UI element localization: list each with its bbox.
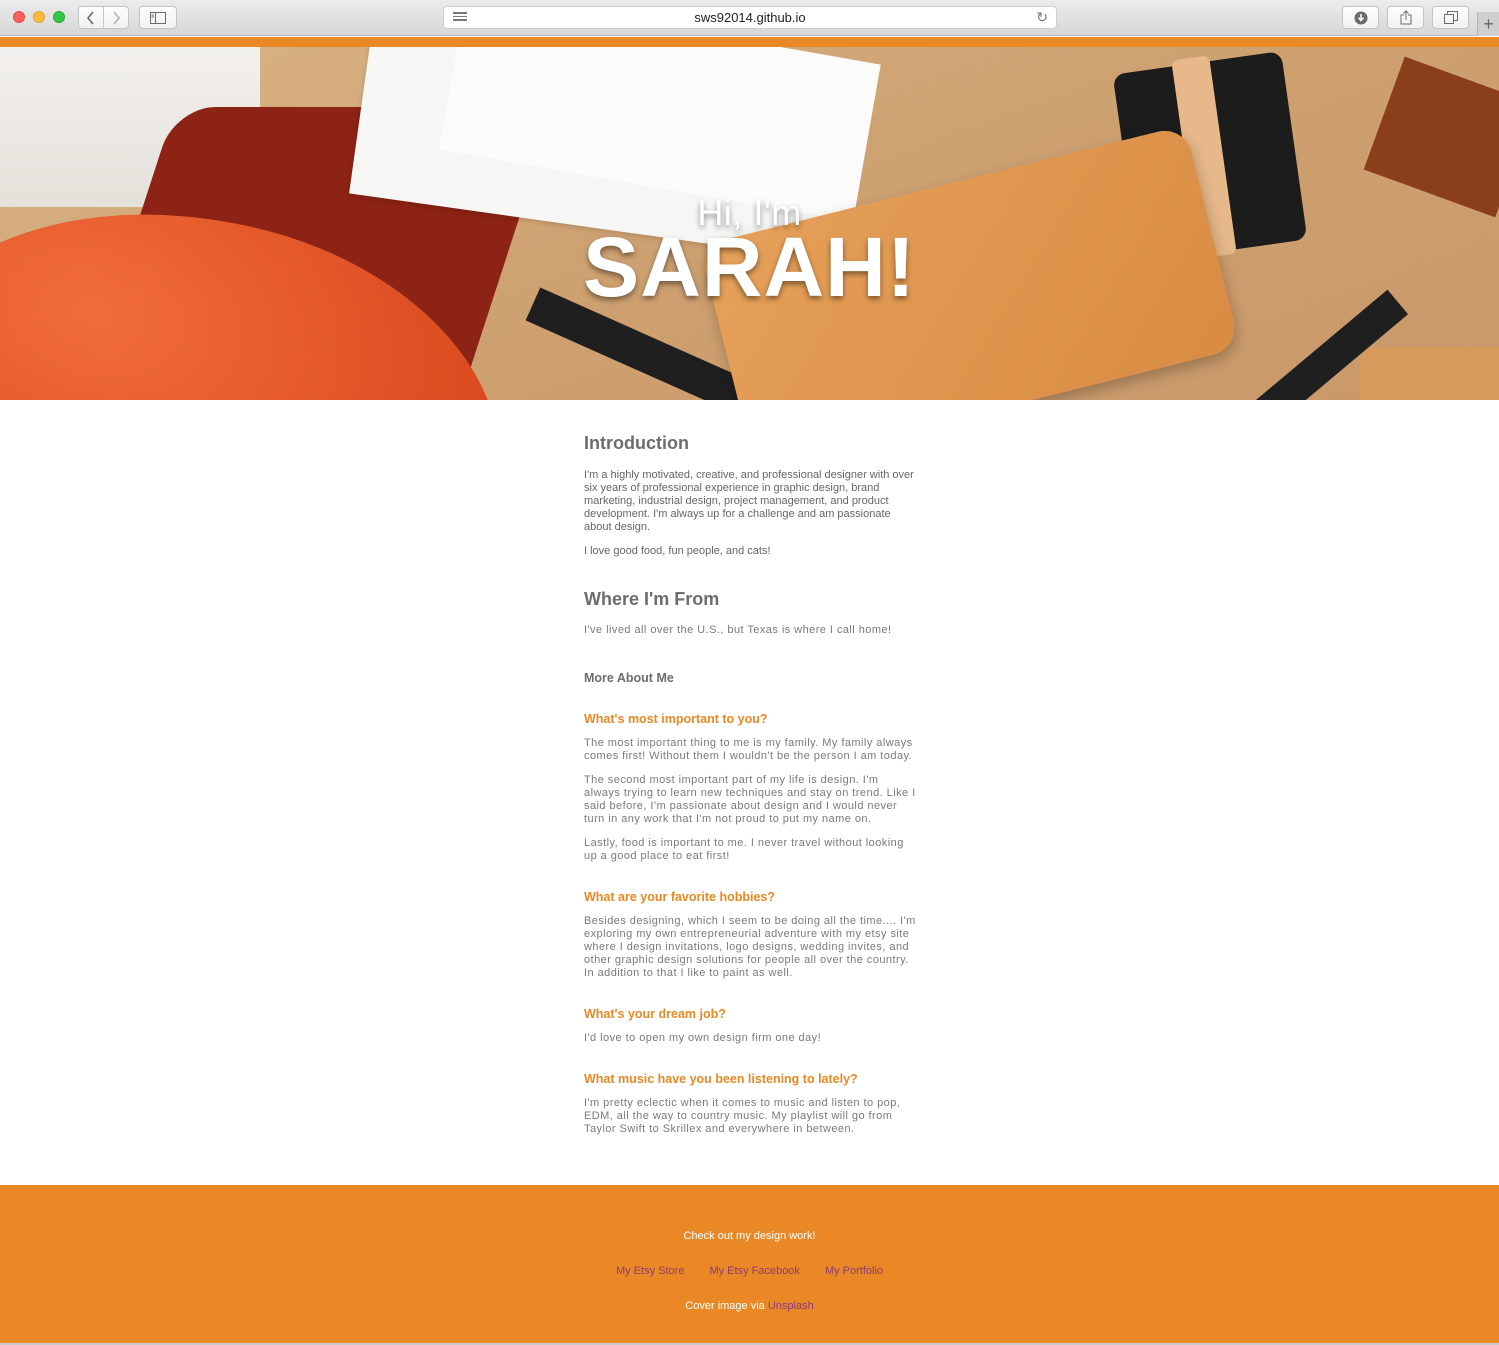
sidebar-icon [150,11,166,24]
etsy-store-link[interactable]: My Etsy Store [616,1265,684,1277]
answer-important-2: The second most important part of my lif… [584,774,916,825]
where-from-heading: Where I'm From [584,589,720,609]
question-dream-job: What's your dream job? [584,1007,726,1021]
where-from-text: I've lived all over the U.S., but Texas … [584,624,892,636]
hero-pad [1360,347,1499,400]
reload-icon[interactable]: ↻ [1036,9,1048,26]
question-music: What music have you been listening to la… [584,1072,858,1086]
answer-important-3: Lastly, food is important to me. I never… [584,837,904,862]
window-minimize-button[interactable] [33,11,45,23]
question-important: What's most important to you? [584,712,768,726]
window-maximize-button[interactable] [53,11,65,23]
answer-important-1: The most important thing to me is my fam… [584,737,913,762]
hero-cover-image: Hi, I'm SARAH! [0,47,1499,400]
chevron-right-icon [113,10,121,25]
window-close-button[interactable] [13,11,25,23]
downloads-button[interactable] [1342,6,1379,29]
cover-credit: Cover image via Unsplash [0,1300,1499,1312]
footer-cta: Check out my design work! [683,1230,816,1242]
hero-name: SARAH! [583,220,916,314]
plus-icon: + [1483,13,1494,34]
share-button[interactable] [1387,6,1424,29]
unsplash-link[interactable]: Unsplash [768,1300,814,1312]
footer: Check out my design work! My Etsy Store … [0,1185,1499,1343]
show-tabs-button[interactable] [1432,6,1469,29]
etsy-facebook-link[interactable]: My Etsy Facebook [709,1265,799,1277]
cover-credit-text: Cover image via [685,1300,765,1312]
main-content: Introduction I'm a highly motivated, cre… [584,433,916,1136]
sidebar-toggle-button[interactable] [139,6,177,29]
answer-dream-job: I'd love to open my own design firm one … [584,1032,822,1044]
top-accent-band [0,37,1499,47]
share-icon [1400,10,1411,25]
back-button[interactable] [78,6,104,29]
address-bar[interactable]: sws92014.github.io ↻ [443,6,1057,29]
reader-icon[interactable] [453,12,467,24]
footer-links: My Etsy Store My Etsy Facebook My Portfo… [0,1265,1499,1277]
chevron-left-icon [86,10,94,25]
forward-button[interactable] [103,6,129,29]
url-text: sws92014.github.io [694,10,806,25]
answer-music: I'm pretty eclectic when it comes to mus… [584,1097,901,1135]
answer-hobbies: Besides designing, which I seem to be do… [584,915,916,979]
introduction-paragraph-2: I love good food, fun people, and cats! [584,545,771,557]
question-hobbies: What are your favorite hobbies? [584,890,776,904]
download-icon [1354,11,1367,24]
new-tab-button[interactable]: + [1477,12,1499,36]
hero-heading: Hi, I'm SARAH! [0,195,1499,314]
hero-leather-scrap [1363,56,1499,218]
browser-toolbar: sws92014.github.io ↻ + [0,0,1499,36]
portfolio-link[interactable]: My Portfolio [825,1265,883,1277]
introduction-heading: Introduction [584,433,689,453]
tabs-icon [1443,11,1458,24]
more-about-me-heading: More About Me [584,671,674,685]
introduction-paragraph: I'm a highly motivated, creative, and pr… [584,469,914,533]
